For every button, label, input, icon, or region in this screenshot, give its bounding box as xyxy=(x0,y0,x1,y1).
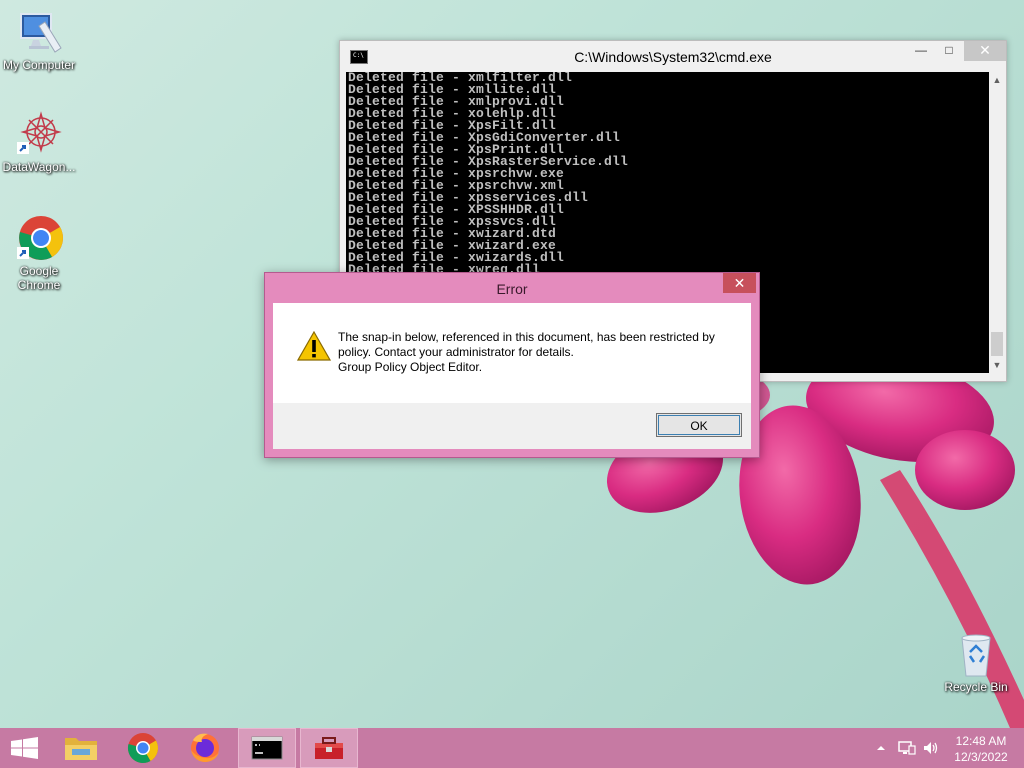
desktop-icon-google-chrome[interactable]: Google Chrome xyxy=(0,214,78,292)
volume-icon[interactable] xyxy=(922,740,940,756)
chrome-icon xyxy=(127,733,159,764)
recycle-bin-icon xyxy=(952,630,1000,678)
vertical-scrollbar[interactable]: ▲ ▼ xyxy=(989,72,1005,373)
message-line: The snap-in below, referenced in this do… xyxy=(338,330,715,344)
desktop-icon-label: My Computer xyxy=(2,58,76,72)
clock-date: 12/3/2022 xyxy=(954,750,1008,764)
taskbar-cmd[interactable] xyxy=(238,728,296,768)
scroll-down-arrow-icon[interactable]: ▼ xyxy=(989,357,1005,373)
taskbar-toolbox[interactable] xyxy=(300,728,358,768)
windows-logo-icon xyxy=(11,737,38,759)
desktop-icon-label: DataWagon... xyxy=(2,160,76,174)
show-hidden-icons-chevron-icon[interactable] xyxy=(876,743,886,753)
desktop-icon-label: Recycle Bin xyxy=(944,680,1008,694)
taskbar-firefox[interactable] xyxy=(176,728,234,768)
console-text: Deleted file - xmlfilter.dll Deleted file… xyxy=(346,72,989,276)
warning-icon xyxy=(297,331,331,361)
maximize-button[interactable]: □ xyxy=(935,41,963,61)
console-icon xyxy=(251,736,283,760)
firefox-icon xyxy=(191,733,219,762)
computer-icon xyxy=(15,8,63,56)
dialog-body: The snap-in below, referenced in this do… xyxy=(273,303,751,449)
taskbar: 12:48 AM 12/3/2022 xyxy=(0,728,1024,768)
taskbar-chrome[interactable] xyxy=(114,728,172,768)
message-line: Group Policy Object Editor. xyxy=(338,360,483,374)
start-button[interactable] xyxy=(0,728,50,768)
message-line: policy. Contact your administrator for d… xyxy=(338,345,574,359)
desktop-icon-recycle-bin[interactable]: Recycle Bin xyxy=(937,630,1015,694)
folder-icon xyxy=(65,738,97,760)
cmd-titlebar[interactable]: C:\ C:\Windows\System32\cmd.exe — □ ✕ xyxy=(340,41,1006,72)
minimize-button[interactable]: — xyxy=(907,41,935,61)
datawagon-icon xyxy=(15,110,63,158)
ok-button[interactable]: OK xyxy=(656,413,742,437)
network-icon[interactable] xyxy=(898,740,916,756)
system-tray xyxy=(874,728,944,768)
desktop-icon-my-computer[interactable]: My Computer xyxy=(0,8,78,72)
error-dialog[interactable]: Error ✕ The snap-in below, referenced in… xyxy=(264,272,760,458)
dialog-message-area: The snap-in below, referenced in this do… xyxy=(273,303,751,403)
taskbar-file-explorer[interactable] xyxy=(52,728,110,768)
cmd-close-button[interactable]: ✕ xyxy=(964,41,1006,61)
desktop-icon-label: Google Chrome xyxy=(17,264,61,292)
desktop-icon-datawagon[interactable]: DataWagon... xyxy=(0,110,78,174)
chrome-icon xyxy=(15,214,63,262)
toolbox-icon xyxy=(315,737,343,759)
dialog-close-button[interactable]: ✕ xyxy=(723,273,756,293)
dialog-message: The snap-in below, referenced in this do… xyxy=(338,330,738,375)
clock-time: 12:48 AM xyxy=(955,734,1007,748)
scroll-thumb[interactable] xyxy=(991,332,1003,356)
scroll-up-arrow-icon[interactable]: ▲ xyxy=(989,72,1005,88)
taskbar-clock[interactable]: 12:48 AM 12/3/2022 xyxy=(948,733,1014,765)
dialog-title: Error xyxy=(496,281,528,297)
